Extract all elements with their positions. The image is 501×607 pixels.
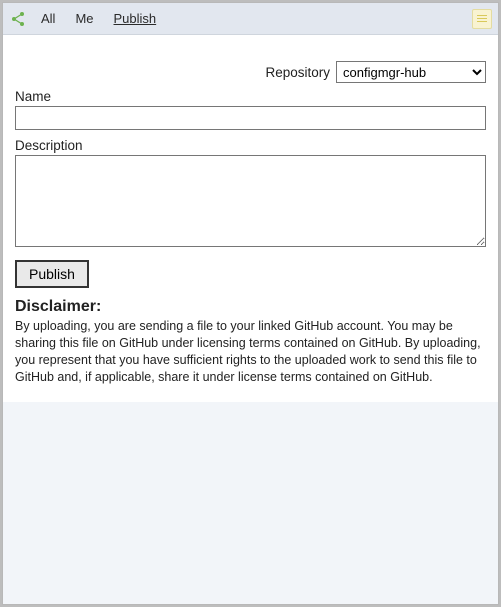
tab-me[interactable]: Me — [69, 11, 99, 26]
hamburger-menu-icon[interactable] — [472, 9, 492, 29]
toolbar: All Me Publish — [3, 3, 498, 35]
publish-button[interactable]: Publish — [15, 260, 89, 288]
tab-all[interactable]: All — [35, 11, 61, 26]
tab-publish[interactable]: Publish — [108, 11, 163, 26]
repository-label: Repository — [265, 65, 330, 80]
name-input[interactable] — [15, 106, 486, 130]
share-icon — [9, 10, 27, 28]
publish-panel: Repository configmgr-hub Name Descriptio… — [3, 35, 498, 402]
name-label: Name — [15, 89, 486, 104]
disclaimer-heading: Disclaimer: — [15, 298, 486, 316]
empty-area — [3, 402, 498, 605]
repository-select[interactable]: configmgr-hub — [336, 61, 486, 83]
description-label: Description — [15, 138, 486, 153]
disclaimer-text: By uploading, you are sending a file to … — [15, 318, 486, 386]
description-input[interactable] — [15, 155, 486, 247]
repository-row: Repository configmgr-hub — [15, 61, 486, 83]
app-frame: All Me Publish Repository configmgr-hub … — [2, 2, 499, 605]
